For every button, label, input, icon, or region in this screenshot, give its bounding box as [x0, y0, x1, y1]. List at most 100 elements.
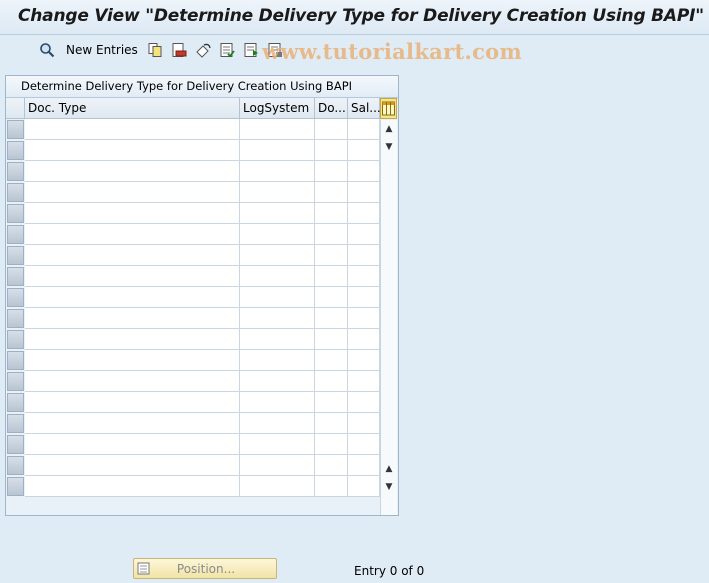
table-cell[interactable]: [348, 392, 380, 413]
table-cell[interactable]: [25, 119, 240, 140]
table-cell[interactable]: [25, 140, 240, 161]
table-cell[interactable]: [348, 413, 380, 434]
column-header-do[interactable]: Do...: [315, 98, 348, 119]
table-cell[interactable]: [25, 308, 240, 329]
select-block-icon[interactable]: [241, 40, 261, 60]
table-cell[interactable]: [315, 287, 348, 308]
scroll-down-icon[interactable]: ▼: [381, 478, 397, 495]
row-selector[interactable]: [7, 477, 24, 496]
table-cell[interactable]: [25, 266, 240, 287]
table-cell[interactable]: [240, 119, 315, 140]
table-cell[interactable]: [315, 329, 348, 350]
copy-icon[interactable]: [145, 40, 165, 60]
table-cell[interactable]: [315, 140, 348, 161]
table-cell[interactable]: [315, 392, 348, 413]
table-cell[interactable]: [25, 371, 240, 392]
table-cell[interactable]: [348, 119, 380, 140]
row-selector[interactable]: [7, 372, 24, 391]
table-cell[interactable]: [240, 161, 315, 182]
row-selector[interactable]: [7, 288, 24, 307]
column-settings-icon[interactable]: [380, 98, 397, 119]
scroll-page-down-icon[interactable]: ▼: [381, 138, 397, 155]
table-cell[interactable]: [240, 434, 315, 455]
table-cell[interactable]: [315, 224, 348, 245]
table-cell[interactable]: [240, 455, 315, 476]
table-cell[interactable]: [348, 266, 380, 287]
table-cell[interactable]: [240, 350, 315, 371]
row-selector[interactable]: [7, 330, 24, 349]
table-cell[interactable]: [25, 350, 240, 371]
column-header-logsystem[interactable]: LogSystem: [240, 98, 315, 119]
table-cell[interactable]: [348, 140, 380, 161]
table-cell[interactable]: [240, 392, 315, 413]
position-button[interactable]: Position...: [133, 558, 277, 579]
display-change-icon[interactable]: [37, 40, 57, 60]
table-cell[interactable]: [348, 245, 380, 266]
table-cell[interactable]: [240, 413, 315, 434]
table-cell[interactable]: [315, 119, 348, 140]
row-selector[interactable]: [7, 414, 24, 433]
table-cell[interactable]: [348, 350, 380, 371]
table-cell[interactable]: [240, 182, 315, 203]
vertical-scrollbar[interactable]: ▲ ▼ ▲ ▼: [380, 120, 397, 515]
table-cell[interactable]: [315, 161, 348, 182]
row-selector[interactable]: [7, 309, 24, 328]
row-selector[interactable]: [7, 393, 24, 412]
table-cell[interactable]: [315, 203, 348, 224]
table-cell[interactable]: [25, 224, 240, 245]
table-cell[interactable]: [240, 266, 315, 287]
table-cell[interactable]: [25, 455, 240, 476]
table-cell[interactable]: [348, 371, 380, 392]
select-all-rows-header[interactable]: [6, 98, 25, 119]
table-cell[interactable]: [315, 413, 348, 434]
column-header-sal[interactable]: Sal...: [348, 98, 381, 119]
table-cell[interactable]: [348, 476, 380, 497]
table-cell[interactable]: [315, 245, 348, 266]
table-cell[interactable]: [25, 392, 240, 413]
table-cell[interactable]: [315, 350, 348, 371]
row-selector[interactable]: [7, 225, 24, 244]
row-selector[interactable]: [7, 120, 24, 139]
table-cell[interactable]: [348, 182, 380, 203]
new-entries-button[interactable]: New Entries: [66, 43, 138, 57]
table-cell[interactable]: [25, 476, 240, 497]
table-cell[interactable]: [25, 434, 240, 455]
table-cell[interactable]: [25, 329, 240, 350]
table-cell[interactable]: [25, 413, 240, 434]
row-selector[interactable]: [7, 267, 24, 286]
row-selector[interactable]: [7, 246, 24, 265]
table-cell[interactable]: [240, 287, 315, 308]
table-cell[interactable]: [25, 287, 240, 308]
table-cell[interactable]: [348, 434, 380, 455]
table-cell[interactable]: [348, 203, 380, 224]
table-cell[interactable]: [240, 308, 315, 329]
table-cell[interactable]: [240, 329, 315, 350]
row-selector[interactable]: [7, 183, 24, 202]
scroll-page-up-icon[interactable]: ▲: [381, 460, 397, 477]
table-cell[interactable]: [315, 476, 348, 497]
scroll-up-icon[interactable]: ▲: [381, 120, 397, 137]
undo-change-icon[interactable]: [193, 40, 213, 60]
row-selector[interactable]: [7, 456, 24, 475]
select-all-icon[interactable]: [217, 40, 237, 60]
table-cell[interactable]: [315, 266, 348, 287]
table-cell[interactable]: [240, 140, 315, 161]
table-cell[interactable]: [348, 224, 380, 245]
table-cell[interactable]: [25, 161, 240, 182]
table-cell[interactable]: [315, 371, 348, 392]
table-cell[interactable]: [240, 224, 315, 245]
table-cell[interactable]: [240, 371, 315, 392]
row-selector[interactable]: [7, 204, 24, 223]
table-cell[interactable]: [240, 476, 315, 497]
column-header-doc-type[interactable]: Doc. Type: [25, 98, 240, 119]
table-cell[interactable]: [315, 434, 348, 455]
row-selector[interactable]: [7, 141, 24, 160]
row-selector[interactable]: [7, 162, 24, 181]
table-cell[interactable]: [25, 245, 240, 266]
table-cell[interactable]: [315, 182, 348, 203]
table-cell[interactable]: [315, 308, 348, 329]
delete-icon[interactable]: [169, 40, 189, 60]
table-cell[interactable]: [348, 161, 380, 182]
table-cell[interactable]: [348, 287, 380, 308]
table-cell[interactable]: [348, 455, 380, 476]
